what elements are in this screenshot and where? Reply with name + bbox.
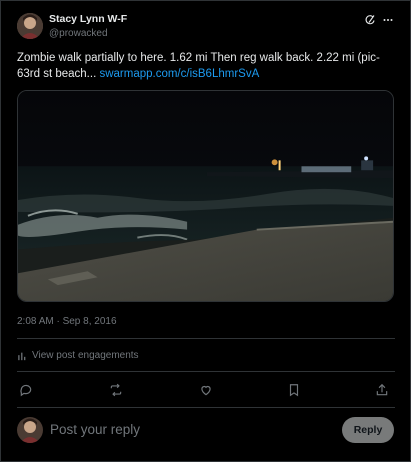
divider-mid (17, 371, 395, 372)
divider-bottom (17, 407, 395, 408)
author-name[interactable]: Stacy Lynn W-F (49, 13, 127, 25)
author-handle[interactable]: @prowacked (49, 28, 108, 39)
avatar-image (17, 13, 43, 39)
post-timestamp[interactable]: 2:08 AM · Sep 8, 2016 (17, 316, 117, 327)
divider-top (17, 338, 395, 339)
night-beach-photo (18, 91, 393, 301)
reply-icon[interactable] (17, 381, 35, 399)
view-engagements-label: View post engagements (32, 350, 139, 361)
post-card: Stacy Lynn W-F @prowacked Zombie walk pa… (0, 0, 411, 462)
chart-icon (18, 352, 26, 360)
reply-avatar-image (17, 417, 43, 443)
retweet-icon[interactable] (107, 381, 125, 399)
grok-icon[interactable] (363, 13, 377, 27)
action-bar (17, 381, 395, 399)
view-engagements[interactable]: View post engagements (17, 350, 139, 361)
reply-input[interactable]: Post your reply (50, 422, 140, 437)
post-text: Zombie walk partially to here. 1.62 mi T… (17, 50, 393, 82)
more-icon[interactable] (381, 13, 395, 27)
post-link[interactable]: swarmapp.com/c/isB6LhmrSvA (99, 68, 259, 80)
post-media[interactable] (17, 90, 394, 302)
bookmark-icon[interactable] (285, 381, 303, 399)
reply-avatar (17, 417, 43, 443)
post-header: Stacy Lynn W-F @prowacked (17, 13, 395, 43)
author-avatar[interactable] (17, 13, 43, 39)
share-icon[interactable] (373, 381, 391, 399)
like-icon[interactable] (197, 381, 215, 399)
reply-button[interactable]: Reply (342, 417, 394, 443)
